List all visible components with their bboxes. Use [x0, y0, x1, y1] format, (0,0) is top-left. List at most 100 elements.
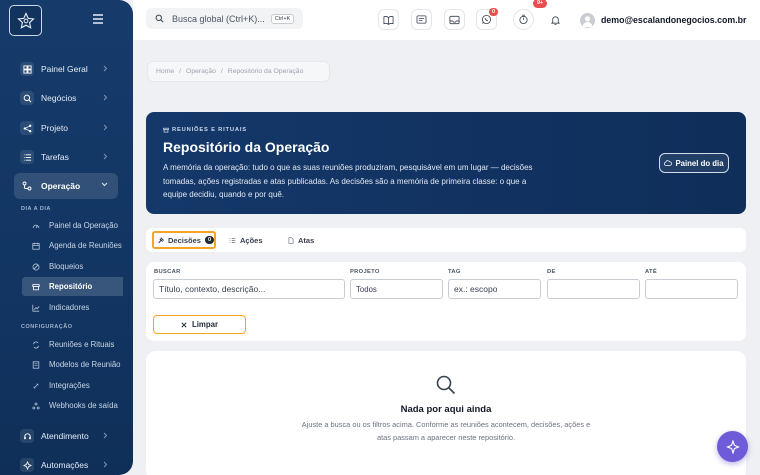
dashboard-icon	[20, 62, 34, 76]
inbox-icon	[449, 15, 460, 24]
clear-button[interactable]: Limpar	[153, 315, 246, 334]
search-filter-input[interactable]: Título, contexto, descrição...	[153, 279, 345, 299]
document-icon	[288, 237, 294, 244]
tab-label: Atas	[298, 236, 315, 245]
avatar[interactable]	[580, 13, 595, 28]
breadcrumb: Home / Operação / Repositório da Operaçã…	[147, 61, 330, 82]
sidebar-item-label: Tarefas	[41, 152, 69, 162]
sidebar-item-painel-operacao[interactable]: Painel da Operação	[22, 216, 122, 235]
sidebar-item-label: Repositório	[49, 282, 93, 291]
search-icon	[435, 374, 457, 396]
id-card-button[interactable]	[411, 9, 432, 30]
list-check-icon	[229, 237, 236, 244]
sidebar-item-label: Agenda de Reuniões	[49, 241, 122, 250]
tabs-bar: Decisões 0 Ações Atas	[146, 228, 746, 252]
user-email[interactable]: demo@escalandonegocios.com.br	[601, 15, 746, 25]
timer-icon	[519, 14, 528, 25]
bolt-icon	[20, 458, 34, 472]
tab-decisoes[interactable]: Decisões 0	[152, 231, 216, 249]
logo[interactable]	[9, 5, 42, 36]
sidebar-item-label: Painel da Operação	[49, 221, 118, 230]
gauge-icon	[31, 222, 40, 230]
project-select[interactable]: Todos	[350, 279, 443, 299]
archive-icon	[163, 127, 169, 133]
sidebar-item-label: Operação	[41, 181, 81, 191]
user-icon	[582, 16, 593, 27]
tab-count: 0	[204, 236, 214, 244]
search-filter-placeholder: Título, contexto, descrição...	[159, 284, 266, 294]
timer-button[interactable]	[513, 9, 534, 30]
sidebar: Painel Geral Negócios Projeto Tarefas Op…	[0, 0, 133, 475]
sidebar-item-operacao[interactable]: Operação	[14, 173, 118, 199]
hero-description: A memória da operação: tudo o que as sua…	[163, 163, 533, 200]
sidebar-item-repositorio[interactable]: Repositório	[22, 277, 123, 296]
hero-eyebrow: REUNIÕES E RITUAIS	[163, 127, 247, 133]
archive-icon	[31, 283, 40, 291]
sidebar-item-indicadores[interactable]: Indicadores	[22, 298, 122, 317]
sidebar-item-atendimento[interactable]: Atendimento	[14, 423, 118, 449]
menu-toggle-icon[interactable]	[92, 14, 104, 24]
breadcrumb-separator: /	[220, 68, 223, 75]
tab-label: Ações	[240, 236, 263, 245]
sidebar-item-label: Indicadores	[49, 303, 90, 312]
painel-do-dia-button[interactable]: Painel do dia	[659, 153, 729, 173]
sidebar-item-reunioes-rituais[interactable]: Reuniões e Rituais	[22, 335, 122, 354]
assistant-fab-button[interactable]	[717, 431, 748, 462]
sidebar-item-label: Negócios	[41, 93, 77, 103]
chevron-right-icon	[103, 461, 108, 468]
sidebar-item-painel-geral[interactable]: Painel Geral	[14, 56, 118, 82]
tab-label: Decisões	[168, 235, 201, 245]
search-filter-label: BUSCAR	[154, 269, 181, 275]
chevron-right-icon	[103, 65, 108, 72]
date-to-input[interactable]	[645, 279, 738, 299]
list-icon	[20, 150, 34, 164]
chevron-right-icon	[103, 153, 108, 160]
book-button[interactable]	[378, 9, 399, 30]
sidebar-item-label: Bloqueios	[49, 262, 84, 271]
inbox-button[interactable]	[444, 9, 465, 30]
breadcrumb-home[interactable]: Home	[156, 68, 174, 75]
sidebar-item-automacoes[interactable]: Automações	[14, 452, 118, 475]
chevron-right-icon	[103, 432, 108, 439]
clear-button-label: Limpar	[192, 320, 218, 329]
tab-atas[interactable]: Atas	[288, 233, 314, 248]
sidebar-item-label: Reuniões e Rituais	[49, 340, 115, 349]
sparkle-icon	[725, 439, 740, 454]
sidebar-item-bloqueios[interactable]: Bloqueios	[22, 257, 122, 276]
workflow-icon	[20, 179, 34, 193]
calendar-icon	[31, 242, 40, 250]
page-title: Repositório da Operação	[163, 139, 330, 155]
project-select-value: Todos	[356, 284, 377, 294]
tab-acoes[interactable]: Ações	[229, 233, 263, 248]
chart-icon	[31, 304, 40, 312]
sidebar-item-webhooks[interactable]: Webhooks de saída	[22, 396, 122, 415]
sidebar-item-projeto[interactable]: Projeto	[14, 115, 118, 141]
template-icon	[31, 360, 40, 369]
sidebar-item-modelos[interactable]: Modelos de Reunião	[22, 355, 122, 374]
sidebar-item-label: Automações	[41, 460, 89, 470]
tag-filter-label: TAG	[448, 269, 461, 275]
chevron-right-icon	[103, 124, 108, 131]
search-placeholder: Busca global (Ctrl+K)...	[172, 13, 265, 24]
sidebar-item-integracoes[interactable]: Integrações	[22, 376, 122, 395]
sidebar-item-agenda[interactable]: Agenda de Reuniões	[22, 236, 122, 255]
search-icon	[20, 91, 34, 105]
empty-state: Nada por aqui ainda Ajuste a busca ou os…	[146, 351, 746, 475]
tag-filter-input[interactable]: ex.: escopo	[448, 279, 541, 299]
section-configuracao: CONFIGURAÇÃO	[21, 324, 73, 330]
date-from-label: DE	[547, 269, 556, 275]
share-nodes-icon	[20, 121, 34, 135]
date-from-input[interactable]	[547, 279, 640, 299]
repeat-icon	[31, 341, 40, 349]
sidebar-item-label: Atendimento	[41, 431, 89, 441]
section-dia-a-dia: DIA A DIA	[21, 206, 51, 212]
notifications-button[interactable]	[545, 9, 566, 30]
sidebar-item-label: Projeto	[41, 123, 68, 133]
star-logo-icon	[16, 11, 35, 29]
global-search[interactable]: Busca global (Ctrl+K)... Ctrl+K	[146, 8, 303, 29]
tag-filter-placeholder: ex.: escopo	[454, 284, 498, 294]
plug-icon	[31, 382, 40, 390]
sidebar-item-negocios[interactable]: Negócios	[14, 85, 118, 111]
breadcrumb-operacao[interactable]: Operação	[186, 68, 216, 75]
sidebar-item-tarefas[interactable]: Tarefas	[14, 144, 118, 170]
